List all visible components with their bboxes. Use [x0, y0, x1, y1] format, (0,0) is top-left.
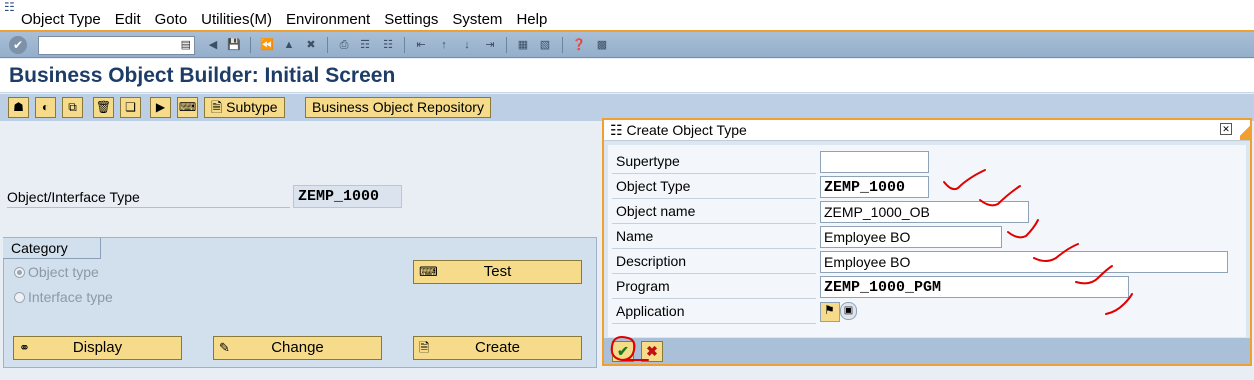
- print-icon[interactable]: ⎙: [336, 37, 352, 53]
- command-history-icon[interactable]: ▤: [181, 38, 191, 51]
- menu-settings[interactable]: Settings: [384, 11, 438, 28]
- test-button[interactable]: ⌨ Test: [413, 260, 582, 284]
- supertype-field[interactable]: [820, 151, 929, 173]
- dialog-corner: [1240, 120, 1252, 140]
- previous-page-icon[interactable]: ↑: [436, 37, 452, 53]
- test-icon: ⌨: [419, 264, 438, 279]
- description-field[interactable]: Employee BO: [820, 251, 1228, 273]
- dialog-title-bar: ☷ Create Object Type ✕: [604, 120, 1252, 141]
- program-field[interactable]: ZEMP_1000_PGM: [820, 276, 1129, 298]
- close-icon[interactable]: ✕: [1220, 123, 1232, 135]
- title-bar: Business Object Builder: Initial Screen: [0, 59, 1254, 93]
- menu-utilities[interactable]: Utilities(M): [201, 11, 272, 28]
- program-label: Program: [612, 275, 816, 299]
- object-type-field[interactable]: ZEMP_1000: [820, 176, 929, 198]
- toolbar-separator: [250, 37, 251, 53]
- subtype-label: Subtype: [226, 99, 278, 115]
- toolbar-separator: [404, 37, 405, 53]
- object-name-label: Object name: [612, 200, 816, 224]
- menu-edit[interactable]: Edit: [115, 11, 141, 28]
- generate-icon[interactable]: ▶: [150, 97, 171, 118]
- value-help-icon[interactable]: ▣: [840, 302, 857, 320]
- page-title: Business Object Builder: Initial Screen: [9, 64, 396, 87]
- category-title: Category: [3, 238, 101, 259]
- glasses-icon: ⚭: [19, 340, 30, 355]
- create-label: Create: [474, 339, 521, 356]
- toolbar-separator: [506, 37, 507, 53]
- test-label: Test: [483, 263, 512, 280]
- change-label: Change: [271, 339, 324, 356]
- menu-bar: ☷ Object Type Edit Goto Utilities(M) Env…: [0, 0, 1254, 31]
- back-icon[interactable]: ⏪: [259, 37, 275, 53]
- menu-object-type[interactable]: Object Type: [21, 11, 101, 28]
- toolbar-separator: [562, 37, 563, 53]
- description-label: Description: [612, 250, 816, 274]
- confirm-check-icon[interactable]: ✔: [612, 341, 634, 362]
- radio-dot-selected: [14, 267, 25, 278]
- new-document-icon: 🗎: [419, 340, 430, 355]
- cancel-x-icon[interactable]: ✖: [641, 341, 663, 362]
- command-field[interactable]: ▤: [38, 36, 195, 55]
- application-toolbar: ☗ ◐ ⧉ 🗑 ❏ ▶ ⌨ 🗎 Subtype Business Object …: [0, 94, 1254, 121]
- change-button[interactable]: ✎ Change: [213, 336, 382, 360]
- dialog-body: Supertype Object Type ZEMP_1000 Object n…: [608, 145, 1246, 337]
- back-arrow-icon[interactable]: ◀: [205, 37, 221, 53]
- create-button[interactable]: 🗎 Create: [413, 336, 582, 360]
- last-page-icon[interactable]: ⇥: [482, 37, 498, 53]
- create-object-type-dialog: ☷ Create Object Type ✕ Supertype Object …: [602, 118, 1252, 366]
- radio-interface-type: Interface type: [14, 289, 113, 305]
- cancel-icon[interactable]: ✖: [303, 37, 319, 53]
- dialog-title: Create Object Type: [626, 122, 747, 138]
- object-type-field[interactable]: ZEMP_1000: [293, 185, 402, 208]
- menu-items: Object Type Edit Goto Utilities(M) Envir…: [14, 11, 554, 28]
- object-type-label: Object/Interface Type: [7, 189, 290, 208]
- dialog-system-icon: ☷: [610, 122, 623, 138]
- copy-icon[interactable]: ❏: [120, 97, 141, 118]
- enter-icon[interactable]: ✔: [9, 36, 27, 54]
- standard-toolbar: ✔ ▤ ◀ 💾 ⏪ ▲ ✖ ⎙ ☶ ☷ ⇤ ↑ ↓ ⇥ ▦ ▧ ❓ ▩: [0, 32, 1254, 58]
- menu-help[interactable]: Help: [516, 11, 547, 28]
- supertype-label: Supertype: [612, 150, 816, 174]
- new-session-icon[interactable]: ▦: [515, 37, 531, 53]
- first-page-icon[interactable]: ⇤: [413, 37, 429, 53]
- exit-icon[interactable]: ▲: [281, 37, 297, 53]
- find-next-icon[interactable]: ☷: [380, 37, 396, 53]
- name-label: Name: [612, 225, 816, 249]
- radio-interface-type-label: Interface type: [28, 289, 113, 305]
- find-icon[interactable]: ☶: [357, 37, 373, 53]
- menu-environment[interactable]: Environment: [286, 11, 370, 28]
- layout-menu-icon[interactable]: ▩: [594, 37, 610, 53]
- help-icon[interactable]: ❓: [571, 37, 587, 53]
- menu-system[interactable]: System: [452, 11, 502, 28]
- display-label: Display: [72, 339, 123, 356]
- application-field[interactable]: ⚑: [820, 302, 840, 322]
- business-object-repository-button[interactable]: Business Object Repository: [305, 97, 491, 118]
- name-field[interactable]: Employee BO: [820, 226, 1002, 248]
- pencil-icon: ✎: [219, 340, 230, 355]
- radio-object-type-label: Object type: [28, 264, 99, 280]
- save-icon[interactable]: 💾: [226, 37, 242, 53]
- object-name-field[interactable]: ZEMP_1000_OB: [820, 201, 1029, 223]
- test-icon[interactable]: ⌨: [177, 97, 198, 118]
- dialog-footer: ✔ ✖: [604, 338, 1250, 364]
- status-change-icon[interactable]: ◐: [35, 97, 56, 118]
- shortcut-icon[interactable]: ▧: [537, 37, 553, 53]
- display-button[interactable]: ⚭ Display: [13, 336, 182, 360]
- object-type-label: Object Type: [612, 175, 816, 199]
- toolbar-separator: [327, 37, 328, 53]
- move-icon[interactable]: ⧉: [62, 97, 83, 118]
- subtype-button[interactable]: 🗎 Subtype: [204, 97, 285, 118]
- application-label: Application: [612, 300, 816, 324]
- radio-object-type: Object type: [14, 264, 99, 280]
- next-page-icon[interactable]: ↓: [459, 37, 475, 53]
- hierarchy-icon[interactable]: ☗: [8, 97, 29, 118]
- delete-icon[interactable]: 🗑: [93, 97, 114, 118]
- menu-goto[interactable]: Goto: [155, 11, 188, 28]
- radio-dot: [14, 292, 25, 303]
